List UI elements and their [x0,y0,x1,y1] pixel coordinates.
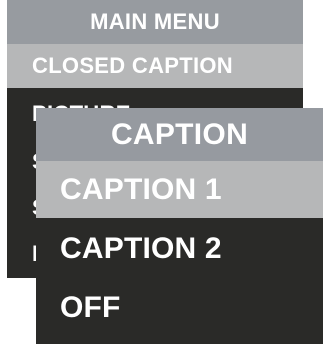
caption-menu-title: CAPTION [36,108,323,161]
caption-submenu-panel: CAPTION CAPTION 1 CAPTION 2 OFF [36,108,323,344]
caption-option-off[interactable]: OFF [36,279,323,336]
menu-item-closed-caption[interactable]: CLOSED CAPTION [7,44,303,88]
caption-option-1[interactable]: CAPTION 1 [36,161,323,218]
caption-option-2[interactable]: CAPTION 2 [36,220,323,277]
main-menu-title: MAIN MENU [7,0,303,44]
